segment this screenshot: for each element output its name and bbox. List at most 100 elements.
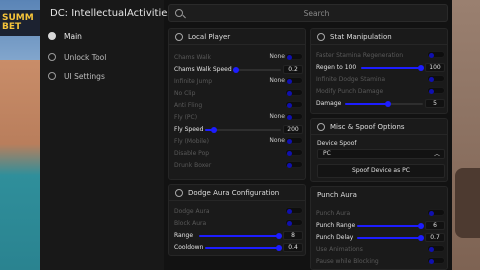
chevron-up-icon: ︿ <box>433 151 440 158</box>
sidebar-item-main[interactable]: Main <box>44 27 160 45</box>
dodge-aura-row[interactable]: Dodge Aura <box>174 206 210 216</box>
spoof-device-button[interactable]: Spoof Device as PC <box>317 164 445 178</box>
use-animations-row[interactable]: Use Animations <box>316 244 363 254</box>
anti-fling-toggle[interactable] <box>285 101 303 108</box>
regen-slider[interactable] <box>361 65 424 71</box>
gear-icon <box>317 122 325 131</box>
slider-knob[interactable] <box>276 245 282 251</box>
row-label: Drunk Boxer <box>174 161 212 169</box>
no-clip-toggle[interactable] <box>285 89 303 96</box>
damage-slider[interactable] <box>345 101 423 107</box>
cooldown-slider[interactable] <box>205 245 282 251</box>
device-spoof-label: Device Spoof <box>317 140 357 147</box>
infinite-jump-row[interactable]: Infinite Jump <box>174 76 212 86</box>
punch-delay-slider[interactable] <box>357 235 424 241</box>
fly-pc-toggle[interactable] <box>285 113 303 120</box>
anti-fling-row[interactable]: Anti Fling <box>174 100 202 110</box>
pause-while-blocking-row[interactable]: Pause while Blocking <box>316 256 379 266</box>
disable-pop-row[interactable]: Disable Pop <box>174 148 209 158</box>
search-icon <box>175 9 183 17</box>
sidebar-item-ui-settings[interactable]: UI Settings <box>44 67 160 85</box>
panel-header: Misc & Spoof Options <box>311 119 447 135</box>
punch-range-row: Punch Range <box>316 220 355 230</box>
character-shadow <box>455 168 480 238</box>
damage-row: Damage <box>316 98 341 108</box>
fly-mobile-row[interactable]: Fly (Mobile) <box>174 136 209 146</box>
fly-speed-value[interactable]: 200 <box>283 125 303 134</box>
block-aura-row[interactable]: Block Aura <box>174 218 206 228</box>
modify-punch-damage-row[interactable]: Modify Punch Damage <box>316 86 383 96</box>
row-label: Modify Punch Damage <box>316 87 384 95</box>
sidebar-item-unlock-tool[interactable]: Unlock Tool <box>44 48 160 66</box>
slider-knob[interactable] <box>211 127 217 133</box>
settings-icon <box>48 72 56 80</box>
punch-range-value[interactable]: 6 <box>425 221 445 230</box>
drunk-boxer-toggle[interactable] <box>285 161 303 168</box>
chams-walk-toggle[interactable] <box>285 53 303 60</box>
use-animations-toggle[interactable] <box>427 245 445 252</box>
infinite-dodge-stamina-toggle[interactable] <box>427 75 445 82</box>
modify-punch-damage-toggle[interactable] <box>427 87 445 94</box>
block-aura-toggle[interactable] <box>285 219 303 226</box>
panel-title: Local Player <box>188 32 231 41</box>
fly-mobile-keybind[interactable]: None <box>249 136 285 145</box>
infinite-jump-toggle[interactable] <box>285 77 303 84</box>
local-player-panel: Local Player Chams Walk None Chams Walk … <box>168 28 306 180</box>
row-label: Fly (PC) <box>174 113 198 121</box>
range-value[interactable]: 8 <box>283 231 303 240</box>
faster-stamina-row[interactable]: Faster Stamina Regeneration <box>316 50 403 60</box>
sidebar-item-label: UI Settings <box>64 71 105 81</box>
faster-stamina-toggle[interactable] <box>427 51 445 58</box>
row-label: Dodge Aura <box>174 207 210 215</box>
slider-knob[interactable] <box>418 65 424 71</box>
dodge-aura-toggle[interactable] <box>285 207 303 214</box>
punch-aura-row[interactable]: Punch Aura <box>316 208 350 218</box>
chams-walk-keybind[interactable]: None <box>249 52 285 61</box>
regen-row: Regen to 100 <box>316 62 356 72</box>
pause-while-blocking-toggle[interactable] <box>427 257 445 264</box>
fly-speed-slider[interactable] <box>205 127 281 133</box>
chams-walk-speed-slider[interactable] <box>233 67 281 73</box>
cooldown-value[interactable]: 0.4 <box>283 243 303 252</box>
row-label: Use Animations <box>316 245 363 253</box>
panel-header: Dodge Aura Configuration <box>169 185 305 201</box>
sidebar: DC: IntellectualActivities Main Unlock T… <box>40 0 173 270</box>
fly-pc-keybind[interactable]: None <box>249 112 285 121</box>
punch-aura-toggle[interactable] <box>427 209 445 216</box>
infinite-dodge-stamina-row[interactable]: Infinite Dodge Stamina <box>316 74 385 84</box>
slider-knob[interactable] <box>418 235 424 241</box>
punch-aura-panel: Punch Aura Punch Aura Punch Range 6 Punc… <box>310 186 448 270</box>
slider-knob[interactable] <box>385 101 391 107</box>
infinite-jump-keybind[interactable]: None <box>249 76 285 85</box>
punch-range-slider[interactable] <box>357 223 424 229</box>
search-bar <box>168 4 448 22</box>
unlock-icon <box>48 53 56 61</box>
slider-knob[interactable] <box>418 223 424 229</box>
fly-pc-row[interactable]: Fly (PC) <box>174 112 197 122</box>
fly-mobile-toggle[interactable] <box>285 137 303 144</box>
row-label: Block Aura <box>174 219 207 227</box>
walkway <box>0 60 40 270</box>
panel-title: Stat Manipulation <box>330 32 392 41</box>
hub-window: DC: IntellectualActivities Main Unlock T… <box>40 0 452 270</box>
user-icon <box>175 32 183 41</box>
slider-knob[interactable] <box>276 233 282 239</box>
chams-walk-row[interactable]: Chams Walk <box>174 52 211 62</box>
row-label: Anti Fling <box>174 101 203 109</box>
chams-walk-speed-value[interactable]: 0.2 <box>283 65 303 74</box>
disable-pop-toggle[interactable] <box>285 149 303 156</box>
drunk-boxer-row[interactable]: Drunk Boxer <box>174 160 211 170</box>
regen-value[interactable]: 100 <box>425 63 445 72</box>
row-label: Damage <box>316 99 342 107</box>
row-label: Fly (Mobile) <box>174 137 209 145</box>
row-label: Cooldown <box>174 243 204 251</box>
row-label: Range <box>174 231 194 239</box>
stats-icon <box>317 32 325 41</box>
device-spoof-select[interactable]: PC ︿ <box>317 149 445 159</box>
slider-knob[interactable] <box>233 67 239 73</box>
punch-delay-value[interactable]: 0.7 <box>425 233 445 242</box>
damage-value[interactable]: 5 <box>425 99 445 108</box>
range-slider[interactable] <box>199 233 282 239</box>
no-clip-row[interactable]: No Clip <box>174 88 195 98</box>
search-input[interactable] <box>189 6 444 21</box>
